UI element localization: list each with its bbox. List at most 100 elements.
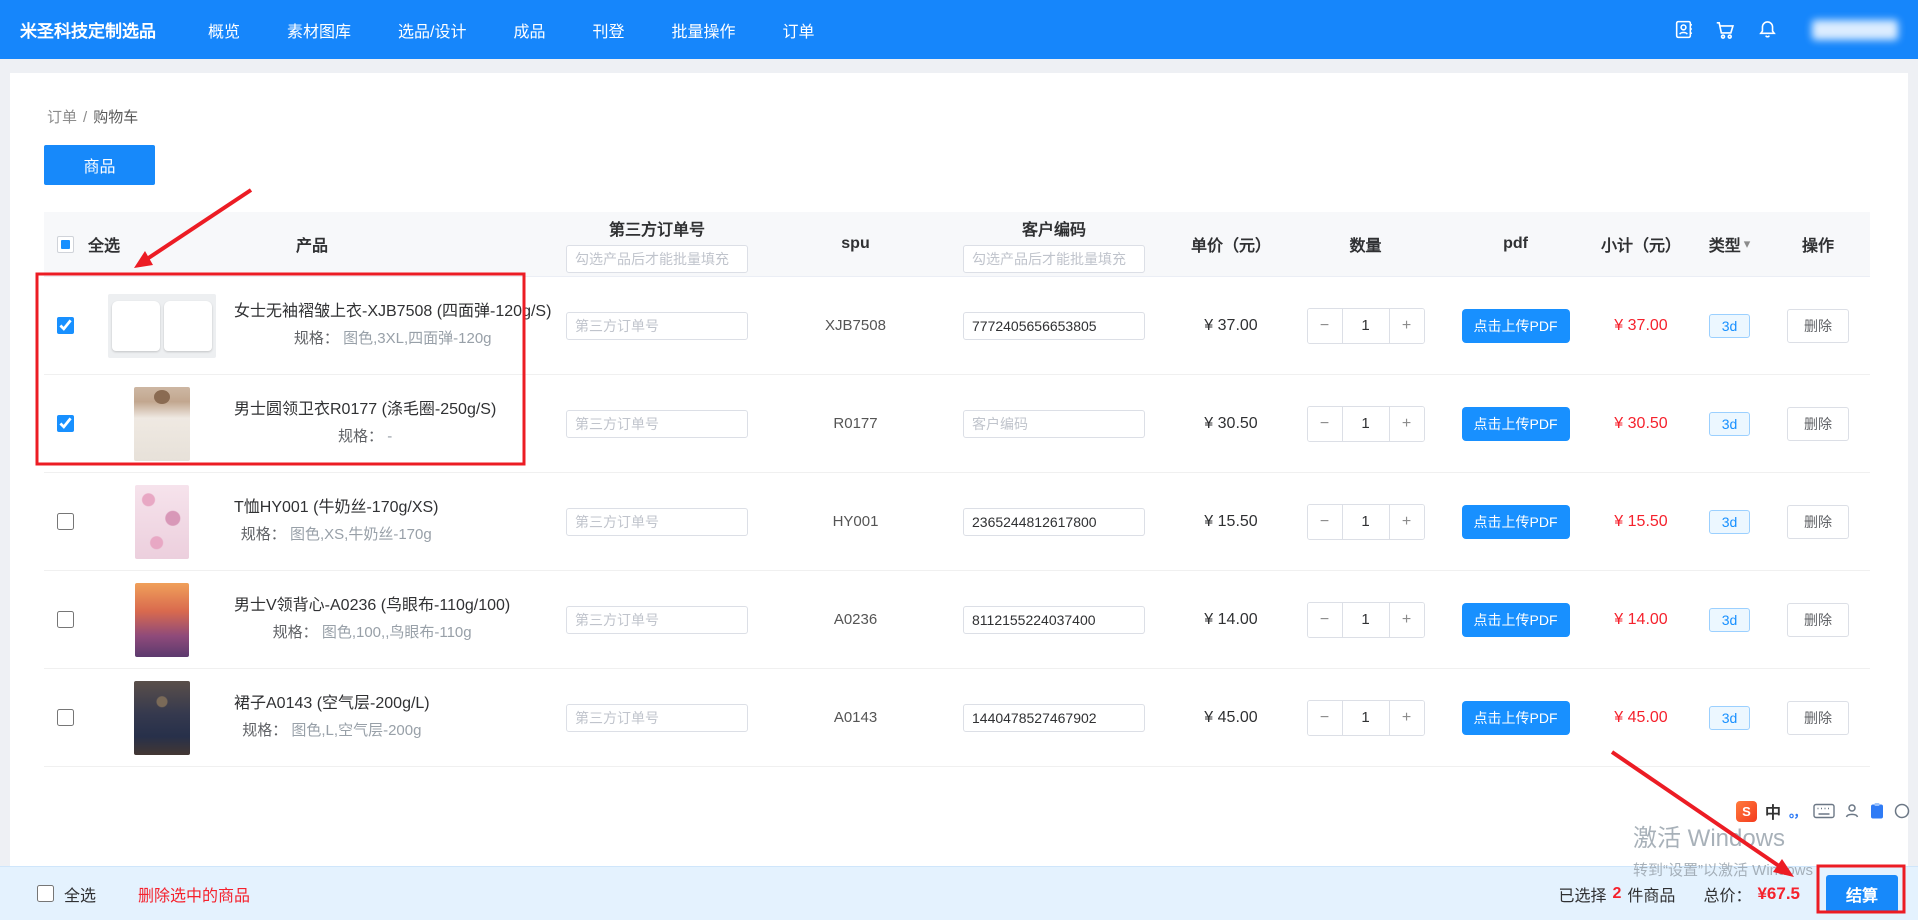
contact-icon[interactable] — [1672, 19, 1694, 41]
spu-value: A0236 — [776, 611, 935, 628]
ime-user-icon[interactable] — [1843, 802, 1861, 820]
qty-increase-button[interactable]: + — [1390, 603, 1424, 637]
ime-logo-icon[interactable]: S — [1736, 801, 1757, 822]
product-image[interactable] — [134, 387, 190, 461]
row-checkbox[interactable] — [57, 709, 74, 726]
nav-item-material-library[interactable]: 素材图库 — [287, 18, 351, 42]
type-3d-tag[interactable]: 3d — [1709, 706, 1751, 730]
type-3d-tag[interactable]: 3d — [1709, 608, 1751, 632]
qty-input[interactable] — [1342, 505, 1390, 539]
third-party-order-input[interactable] — [566, 508, 748, 536]
breadcrumb-orders[interactable]: 订单 — [47, 109, 77, 126]
product-info: 男士V领背心-A0236 (鸟眼布-110g/100) 规格： 图色,100,,… — [234, 594, 510, 645]
ime-punctuation-icon[interactable]: 。， — [1789, 802, 1805, 821]
qty-input[interactable] — [1342, 407, 1390, 441]
nav-menu: 概览 素材图库 选品/设计 成品 刊登 批量操作 订单 — [208, 18, 815, 42]
delete-selected-button[interactable]: 删除选中的商品 — [138, 882, 250, 906]
third-party-order-input[interactable] — [566, 312, 748, 340]
ime-chinese-mode-indicator[interactable]: 中 — [1765, 799, 1781, 823]
selected-suffix: 件商品 — [1627, 882, 1675, 906]
qty-input[interactable] — [1342, 309, 1390, 343]
nav-item-overview[interactable]: 概览 — [208, 18, 240, 42]
cart-icon[interactable] — [1714, 19, 1736, 41]
batch-order-input[interactable] — [566, 245, 748, 273]
nav-item-orders[interactable]: 订单 — [783, 18, 815, 42]
qty-increase-button[interactable]: + — [1390, 701, 1424, 735]
unit-price: ¥ 15.50 — [1173, 513, 1289, 531]
product-image[interactable] — [108, 294, 216, 358]
selected-prefix: 已选择 — [1559, 882, 1607, 906]
col-third-party-order: 第三方订单号 — [609, 216, 705, 240]
type-3d-tag[interactable]: 3d — [1709, 412, 1751, 436]
delete-button[interactable]: 删除 — [1787, 701, 1849, 735]
qty-input[interactable] — [1342, 701, 1390, 735]
qty-decrease-button[interactable]: − — [1308, 603, 1342, 637]
product-image-box — [106, 294, 218, 358]
ime-keyboard-icon[interactable] — [1813, 803, 1835, 819]
upload-pdf-button[interactable]: 点击上传PDF — [1462, 407, 1570, 441]
col-unit-price: 单价（元） — [1191, 232, 1271, 256]
delete-button[interactable]: 删除 — [1787, 603, 1849, 637]
cart-rows: 女士无袖褶皱上衣-XJB7508 (四面弹-120g/S) 规格： 图色,3XL… — [44, 277, 1870, 767]
product-info: 男士圆领卫衣R0177 (涤毛圈-250g/S) 规格： - — [234, 398, 496, 449]
qty-decrease-button[interactable]: − — [1308, 701, 1342, 735]
qty-input[interactable] — [1342, 603, 1390, 637]
qty-decrease-button[interactable]: − — [1308, 407, 1342, 441]
third-party-order-input[interactable] — [566, 410, 748, 438]
product-image[interactable] — [135, 583, 189, 657]
customer-code-input[interactable] — [963, 606, 1145, 634]
col-action: 操作 — [1802, 232, 1834, 256]
subtotal-value: ¥ 45.00 — [1589, 709, 1693, 727]
nav-item-batch-operations[interactable]: 批量操作 — [672, 18, 736, 42]
customer-code-input[interactable] — [963, 704, 1145, 732]
products-tab-button[interactable]: 商品 — [44, 145, 155, 185]
product-image[interactable] — [135, 485, 189, 559]
upload-pdf-button[interactable]: 点击上传PDF — [1462, 309, 1570, 343]
table-header: 全选 产品 第三方订单号 spu 客户编码 单价（元） 数量 pdf 小计（元）… — [44, 212, 1870, 277]
type-3d-tag[interactable]: 3d — [1709, 510, 1751, 534]
customer-code-input[interactable] — [963, 312, 1145, 340]
upload-pdf-button[interactable]: 点击上传PDF — [1462, 701, 1570, 735]
qty-increase-button[interactable]: + — [1390, 407, 1424, 441]
bell-icon[interactable] — [1756, 19, 1778, 41]
qty-decrease-button[interactable]: − — [1308, 505, 1342, 539]
brand-logo[interactable]: 米圣科技定制选品 — [20, 17, 156, 42]
customer-code-input[interactable] — [963, 508, 1145, 536]
customer-code-input[interactable] — [963, 410, 1145, 438]
footer-select-all-checkbox[interactable] — [37, 885, 54, 902]
row-checkbox[interactable] — [57, 611, 74, 628]
table-row: T恤HY001 (牛奶丝-170g/XS) 规格： 图色,XS,牛奶丝-170g… — [44, 473, 1870, 571]
qty-increase-button[interactable]: + — [1390, 309, 1424, 343]
product-image[interactable] — [134, 681, 190, 755]
third-party-order-input[interactable] — [566, 704, 748, 732]
third-party-order-input[interactable] — [566, 606, 748, 634]
checkout-button[interactable]: 结算 — [1826, 875, 1898, 913]
delete-button[interactable]: 删除 — [1787, 505, 1849, 539]
type-filter-caret-icon[interactable]: ▾ — [1744, 236, 1751, 252]
row-checkbox[interactable] — [57, 513, 74, 530]
ime-skin-icon[interactable] — [1893, 802, 1911, 820]
spu-value: R0177 — [776, 415, 935, 432]
batch-code-input[interactable] — [963, 245, 1145, 273]
username-redacted[interactable] — [1812, 20, 1898, 40]
row-checkbox[interactable] — [57, 317, 74, 334]
nav-item-finished-products[interactable]: 成品 — [513, 18, 545, 42]
product-spec: 规格： 图色,XS,牛奶丝-170g — [234, 524, 439, 547]
spu-value: XJB7508 — [776, 317, 935, 334]
delete-button[interactable]: 删除 — [1787, 407, 1849, 441]
breadcrumb-cart: 购物车 — [93, 109, 138, 126]
select-all-checkbox[interactable] — [57, 236, 74, 253]
delete-button[interactable]: 删除 — [1787, 309, 1849, 343]
row-checkbox[interactable] — [57, 415, 74, 432]
upload-pdf-button[interactable]: 点击上传PDF — [1462, 603, 1570, 637]
qty-increase-button[interactable]: + — [1390, 505, 1424, 539]
nav-item-publish[interactable]: 刊登 — [593, 18, 625, 42]
qty-decrease-button[interactable]: − — [1308, 309, 1342, 343]
product-title: T恤HY001 (牛奶丝-170g/XS) — [234, 496, 439, 520]
product-title: 裙子A0143 (空气层-200g/L) — [234, 692, 430, 716]
upload-pdf-button[interactable]: 点击上传PDF — [1462, 505, 1570, 539]
type-3d-tag[interactable]: 3d — [1709, 314, 1751, 338]
nav-item-selection-design[interactable]: 选品/设计 — [398, 18, 466, 42]
selected-count: 2 — [1613, 885, 1622, 903]
ime-clipboard-icon[interactable] — [1869, 802, 1885, 820]
